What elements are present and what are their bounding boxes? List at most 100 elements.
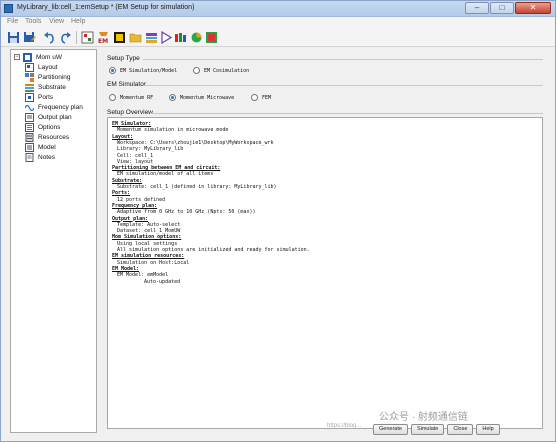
close-button[interactable]: Close	[447, 424, 474, 435]
overview-line: Momentum simulation in microwave mode	[117, 127, 229, 134]
radio-momentum-rf[interactable]: Momentum RF	[109, 94, 153, 101]
overview-heading: Output plan:	[112, 215, 149, 222]
options-icon	[25, 122, 34, 132]
tree-item-frequency-plan[interactable]: Frequency plan	[25, 102, 83, 112]
watermark-url: https://blog...	[327, 423, 362, 429]
overview-heading: EM simulation resources:	[112, 253, 185, 260]
save-as-icon[interactable]	[23, 31, 36, 44]
tree-item-resources[interactable]: Resources	[25, 132, 69, 142]
setup-overview-text[interactable]: EM Simulator: Momentum simulation in micr…	[107, 117, 543, 429]
tree-item-label: Output plan	[38, 113, 72, 121]
setup-tree: − Mom uW Layout Partitioning Substrate P…	[10, 49, 97, 433]
svg-text:EM: EM	[98, 38, 108, 44]
simulate-button[interactable]: Simulate	[410, 424, 445, 435]
radio-dot	[251, 94, 258, 101]
tree-item-model[interactable]: Model	[25, 142, 56, 152]
substrate-icon	[25, 83, 34, 92]
model-icon	[25, 142, 34, 152]
overview-heading: Substrate:	[112, 177, 143, 184]
tree-item-partitioning[interactable]: Partitioning	[25, 72, 71, 82]
tree-item-substrate[interactable]: Substrate	[25, 82, 66, 92]
menu-tools[interactable]: Tools	[25, 18, 41, 25]
tree-item-label: Ports	[38, 93, 54, 101]
undo-icon[interactable]	[43, 31, 56, 44]
title-bar[interactable]: MyLibrary_lib:cell_1:emSetup * (EM Setup…	[1, 1, 555, 17]
setup-type-title: Setup Type	[107, 55, 140, 62]
em-setup-icon	[23, 52, 32, 62]
tree-item-label: Frequency plan	[38, 103, 83, 111]
port-icon[interactable]	[174, 31, 187, 44]
radio-em-simulation-model[interactable]: EM Simulation/Model	[109, 67, 177, 74]
divider	[151, 113, 543, 114]
tree-item-output-plan[interactable]: Output plan	[25, 112, 72, 122]
variables-icon[interactable]	[205, 31, 218, 44]
maximize-button[interactable]: □	[490, 2, 514, 14]
tree-item-label: Layout	[38, 63, 58, 71]
radio-label: EM Simulation/Model	[120, 67, 178, 74]
overview-heading: EM Model:	[112, 265, 140, 272]
radio-label: EM Cosimulation	[204, 67, 250, 74]
main-panel: Setup Type EM Simulation/Model EM Cosimu…	[101, 49, 549, 437]
radio-dot	[193, 67, 200, 74]
menu-file[interactable]: File	[7, 18, 18, 25]
notes-icon	[25, 152, 34, 162]
tree-item-label: Options	[38, 123, 61, 131]
setup-overview-title: Setup Overview	[107, 109, 153, 116]
tree-item-label: Partitioning	[38, 73, 71, 81]
save-icon[interactable]	[7, 31, 20, 44]
minimize-button[interactable]: –	[465, 2, 489, 14]
help-button[interactable]: Help	[476, 424, 500, 435]
close-window-button[interactable]: ✕	[515, 2, 551, 14]
resources-icon	[25, 132, 34, 142]
overview-line: Cell: cell_1	[117, 152, 154, 159]
tree-item-label: Model	[38, 143, 56, 151]
overview-line: EM simulation/model of all items	[117, 171, 214, 178]
watermark-text: 公众号 · 射频通信链	[379, 412, 468, 423]
overview-line: Template: Auto-select	[117, 221, 181, 228]
overview-line: View: layout	[117, 158, 154, 165]
layout-view-icon[interactable]	[81, 31, 94, 44]
generate-component-icon[interactable]	[113, 31, 126, 44]
generate-button[interactable]: Generate	[373, 424, 408, 435]
tree-root-label: Mom uW	[36, 53, 62, 61]
tree-item-options[interactable]: Options	[25, 122, 60, 132]
radio-dot-selected	[169, 94, 176, 101]
redo-icon[interactable]	[59, 31, 72, 44]
radio-momentum-microwave[interactable]: Momentum Microwave	[169, 94, 234, 101]
folder-icon[interactable]	[129, 31, 142, 44]
menu-help[interactable]: Help	[71, 18, 85, 25]
overview-line: All simulation options are initialized a…	[117, 247, 310, 253]
play-icon[interactable]	[159, 31, 172, 44]
radio-dot	[109, 94, 116, 101]
tree-item-notes[interactable]: Notes	[25, 152, 55, 162]
em-simulator-title: EM Simulator	[107, 81, 147, 88]
overview-line: Simulation on Host:Local	[117, 259, 190, 266]
radio-label: FEM	[262, 94, 272, 101]
overview-heading: Ports:	[112, 190, 131, 197]
stack-icon[interactable]	[145, 31, 158, 44]
divider	[143, 59, 543, 60]
output-plan-icon	[25, 112, 34, 122]
dialog-buttons: Generate Simulate Close Help	[373, 424, 500, 435]
tree-root[interactable]: − Mom uW	[14, 52, 62, 62]
collapse-icon[interactable]: −	[14, 54, 20, 60]
radio-label: Momentum Microwave	[180, 94, 235, 101]
overview-line: Substrate: cell_1 (defined in library: M…	[117, 184, 277, 190]
tree-item-label: Substrate	[38, 83, 66, 91]
menu-view[interactable]: View	[49, 18, 64, 25]
toolbar: EM	[1, 29, 555, 47]
tree-item-layout[interactable]: Layout	[25, 62, 58, 72]
overview-heading: Frequency plan:	[112, 202, 158, 209]
overview-heading: Layout:	[112, 133, 134, 140]
tree-item-ports[interactable]: Ports	[25, 92, 53, 102]
ports-icon	[25, 92, 34, 102]
radio-fem[interactable]: FEM	[251, 94, 271, 101]
radio-em-cosimulation[interactable]: EM Cosimulation	[193, 67, 249, 74]
window-controls: – □ ✕	[465, 2, 551, 14]
em-simulate-icon[interactable]: EM	[97, 31, 110, 44]
data-display-icon[interactable]	[190, 31, 203, 44]
overview-heading: EM Simulator:	[112, 121, 152, 127]
menu-bar: File Tools View Help	[1, 17, 555, 29]
partitioning-icon	[25, 72, 34, 82]
divider	[143, 85, 543, 86]
